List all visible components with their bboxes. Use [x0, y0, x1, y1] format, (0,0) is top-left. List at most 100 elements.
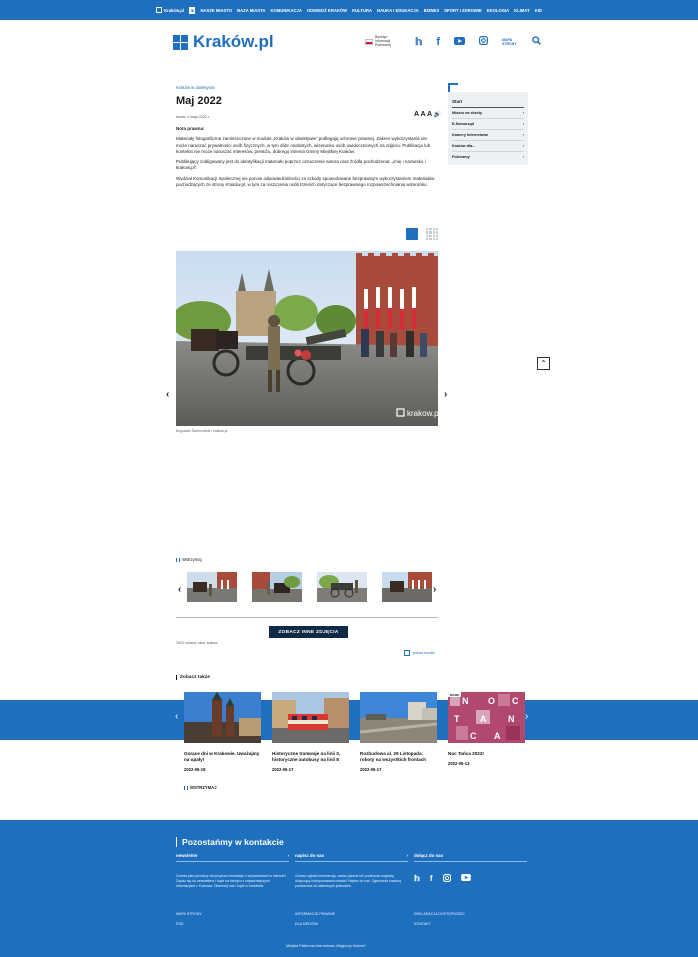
youtube-icon[interactable]: [454, 36, 466, 48]
news-card-title: Gorące dni w Krakowie. Uważajmy na upały…: [184, 751, 260, 762]
topnav-item[interactable]: BIZNES: [424, 8, 439, 13]
site-map-link[interactable]: MAPA STRONY: [502, 38, 518, 46]
site-map-link[interactable]: MAPA STRONY: [176, 909, 202, 919]
font-size-controls[interactable]: A A A 🔊: [414, 111, 441, 118]
legal-info-link[interactable]: INFORMACJE PRAWNE: [295, 909, 335, 919]
svg-text:O: O: [488, 696, 495, 706]
sidebar-item[interactable]: Miasto na skróty ›: [452, 108, 524, 119]
topnav-item[interactable]: NASZE MIASTO: [200, 8, 232, 13]
svg-text:A: A: [494, 731, 501, 741]
instagram-icon[interactable]: [442, 874, 451, 884]
write-to-us-link[interactable]: napisz do nas ›: [295, 853, 408, 862]
chevron-right-icon: ›: [522, 122, 524, 126]
sidebar-item[interactable]: Polecamy ›: [452, 152, 524, 162]
legal-note-title: Nota prawna:: [176, 126, 205, 131]
news-card[interactable]: NOWE N O C T A N C A Noc Tańca 2022! 202…: [448, 692, 525, 772]
news-card[interactable]: Rozbudowa al. 29 Listopada: roboty na ws…: [360, 692, 437, 772]
grid-view-icon[interactable]: [426, 228, 438, 240]
svg-text:N: N: [462, 696, 469, 706]
chevron-right-icon: ›: [522, 144, 524, 148]
scroll-to-top-button[interactable]: ⌃: [537, 357, 550, 370]
svg-text:N: N: [508, 714, 515, 724]
twitter-icon[interactable]: 𝕙: [415, 37, 422, 48]
topnav-item[interactable]: NAUKA I EDUKACJA: [377, 8, 419, 13]
news-card-title: Rozbudowa al. 29 Listopada: roboty na ws…: [360, 751, 427, 762]
topnav-item[interactable]: EKOLOGIA: [487, 8, 509, 13]
footer-social: dołącz do nas 𝕙 f: [414, 853, 527, 884]
topnav-item[interactable]: BAZA MIASTA: [237, 8, 265, 13]
chevron-right-icon: ›: [522, 133, 524, 137]
topnav-item[interactable]: KID: [535, 8, 542, 13]
home-active-icon[interactable]: ■: [188, 6, 196, 14]
accessibility-link[interactable]: DEKLARACJA DOSTĘPNOŚCI: [414, 909, 465, 919]
single-view-icon[interactable]: [406, 228, 418, 240]
news-card[interactable]: Historyczne tramwaje na linii 0, history…: [272, 692, 349, 772]
article-body: Nota prawna: Materiały fotograficzne zam…: [176, 126, 438, 192]
photo-caption: Bogusław Świerzowski / krakow.pl: [176, 429, 228, 433]
chevron-right-icon: ›: [522, 111, 524, 115]
contact-link[interactable]: KONTAKT: [414, 919, 465, 929]
twitter-icon[interactable]: 𝕙: [414, 874, 420, 884]
paragraph: Wydział Komunikacji Społecznej nie ponos…: [176, 175, 435, 188]
bip-link[interactable]: Biuletyn Informacji Publicznej: [365, 35, 401, 47]
prev-photo-arrow[interactable]: ‹: [166, 389, 169, 400]
topnav-item[interactable]: ODWIEDŹ KRAKÓW: [307, 8, 347, 13]
thumbnail-strip: [187, 572, 432, 602]
news-card-date: 2022-06-17: [360, 767, 382, 772]
chevron-right-icon: ›: [406, 853, 408, 858]
thumbs-prev-arrow[interactable]: ‹: [178, 584, 181, 595]
publication-date: środa, 4 maja 2022 r.: [176, 115, 210, 119]
search-icon[interactable]: [532, 36, 541, 48]
site-logo[interactable]: Kraków.pl: [173, 32, 274, 52]
chevron-right-icon: ›: [287, 853, 289, 858]
youtube-icon[interactable]: [460, 874, 471, 884]
newsletter-text: Chcesz jako pierwszy otrzymywać informac…: [176, 874, 287, 888]
sidebar-start[interactable]: Start: [452, 95, 524, 108]
facebook-icon[interactable]: f: [436, 36, 440, 48]
thumbs-next-arrow[interactable]: ›: [433, 584, 436, 595]
topnav-item[interactable]: KLIMAT: [514, 8, 530, 13]
news-card-title: Noc Tańca 2022!: [448, 751, 484, 756]
contact-text: Chcesz zgłosić interwencję, zadać pytani…: [295, 874, 401, 888]
header-icons: Biuletyn Informacji Publicznej 𝕙 f MAPA …: [365, 35, 541, 48]
see-also-next-arrow[interactable]: ›: [525, 711, 528, 722]
sidebar-item[interactable]: Kraków dla... ›: [452, 141, 524, 152]
news-card-image: NOWE N O C T A N C A: [448, 692, 525, 743]
speaker-icon[interactable]: 🔊: [434, 112, 441, 118]
pause-carousel[interactable]: WSTRZYMAJ: [184, 785, 217, 790]
breadcrumb[interactable]: Kraków w obiektywie: [176, 85, 215, 90]
pause-slideshow[interactable]: Wstrzymaj: [176, 557, 202, 562]
topnav-item[interactable]: KOMUNIKACJA: [270, 8, 301, 13]
instagram-icon[interactable]: [479, 36, 489, 48]
svg-text:C: C: [512, 696, 519, 706]
thumbnail[interactable]: [382, 572, 432, 602]
rss-link[interactable]: RSS: [176, 919, 202, 929]
divider: [176, 617, 438, 618]
topnav-item[interactable]: SPORT I ZDROWIE: [444, 8, 482, 13]
tags: TAGI: wiosna, ulice, krakow: [176, 641, 218, 645]
sidebar: Start Miasto na skróty › E-Samorząd › Kame…: [448, 83, 528, 165]
footer-contact: napisz do nas › Chcesz zgłosić interwencj…: [295, 853, 408, 888]
home-link[interactable]: Kraków.pl: [156, 7, 184, 13]
media-link[interactable]: DLA MEDIÓW: [295, 919, 335, 929]
thumbnail[interactable]: [187, 572, 237, 602]
gallery-main-photo[interactable]: krakow.pl: [176, 251, 438, 426]
see-other-photos-button[interactable]: ZOBACZ INNE ZDJĘCIA: [269, 626, 348, 638]
sidebar-item[interactable]: Kamery Internetowe ›: [452, 130, 524, 141]
news-card[interactable]: Gorące dni w Krakowie. Uważajmy na upały…: [184, 692, 261, 772]
newsletter-link[interactable]: newsletter ›: [176, 853, 289, 862]
thumbnail[interactable]: [252, 572, 302, 602]
footer-newsletter: newsletter › Chcesz jako pierwszy otrzymy…: [176, 853, 289, 888]
news-card-date: 2022-06-13: [448, 761, 470, 766]
thumbnail[interactable]: [317, 572, 367, 602]
facebook-icon[interactable]: f: [430, 874, 433, 884]
sidebar-item[interactable]: E-Samorząd ›: [452, 119, 524, 130]
topnav-item[interactable]: KULTURA: [352, 8, 372, 13]
next-photo-arrow[interactable]: ›: [444, 389, 447, 400]
show-media-link[interactable]: pokaż media: [404, 650, 435, 656]
photo-watermark: krakow.pl: [407, 409, 438, 418]
see-also-heading: Zobacz także: [176, 675, 210, 680]
news-card-image: [360, 692, 437, 743]
svg-text:C: C: [470, 731, 477, 741]
see-also-prev-arrow[interactable]: ‹: [175, 711, 178, 722]
